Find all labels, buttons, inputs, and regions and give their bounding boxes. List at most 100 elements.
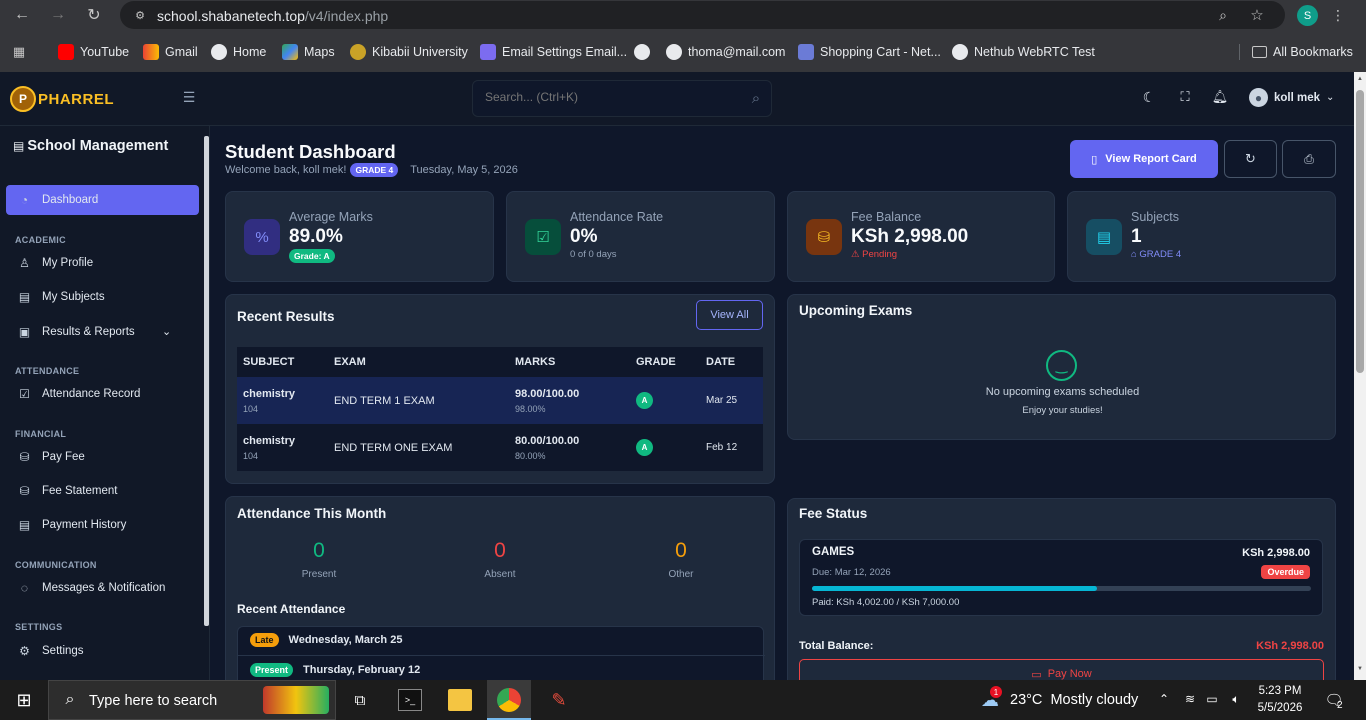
sidebar-item-label: Attendance Record [42,387,141,400]
list-item[interactable]: Late Wednesday, March 25 [250,633,402,647]
clock[interactable]: 5:23 PM 5/5/2026 [1254,683,1306,717]
column-header: SUBJECT [237,347,328,377]
sidebar-item-subjects[interactable]: ▤ My Subjects [18,290,105,304]
url-text[interactable]: school.shabanetech.top/v4/index.php [157,8,388,24]
sidebar-item-dashboard-content[interactable]: ◔ Dashboard [18,193,98,207]
book-icon: ▤ [1086,219,1122,255]
sidebar-item-attendance-record[interactable]: ☑ Attendance Record [18,387,141,401]
wifi-icon[interactable]: ≋ [1182,691,1198,707]
address-bar[interactable]: ⚙ school.shabanetech.top/v4/index.php ⌕ … [120,1,1285,29]
sidebar-item-settings[interactable]: ⚙ Settings [18,644,84,658]
scroll-down-icon[interactable]: ▼ [1357,666,1363,672]
bookmark-globe[interactable] [634,44,650,60]
bookmark-gmail[interactable]: Gmail [143,44,198,60]
profile-avatar[interactable]: S [1297,5,1318,26]
bookmark-label: Home [233,45,267,59]
fee-item[interactable]: GAMES KSh 2,998.00 Due: Mar 12, 2026 Ove… [799,539,1323,616]
cash-coin-icon: ⛁ [19,449,30,464]
search-input[interactable] [485,90,735,104]
back-icon[interactable]: ← [12,5,32,25]
bookmark-star-icon[interactable]: ☆ [1248,6,1266,24]
browser-chrome: ← → ↻ ⚙ school.shabanetech.top/v4/index.… [0,0,1366,72]
scrollbar-thumb[interactable] [1356,90,1364,373]
bookmark-youtube[interactable]: YouTube [58,44,129,60]
file-explorer-icon[interactable] [448,689,472,711]
dark-mode-moon-icon[interactable]: ☾ [1140,88,1158,106]
bookmark-label: Kibabii University [372,45,468,59]
print-button[interactable]: ⎙ [1282,140,1336,178]
sidebar-item-profile[interactable]: ♙ My Profile [18,256,94,270]
windows-start-icon[interactable]: ⊞ [14,690,34,710]
bookmark-kibabii[interactable]: Kibabii University [350,44,468,60]
absent-stat: 0 Absent [450,539,550,580]
grade-badge: Grade: A [289,249,335,263]
user-menu[interactable]: ● koll mek ⌄ [1249,88,1334,107]
forward-icon[interactable]: → [48,5,68,25]
weather-text[interactable]: 23°C Mostly cloudy [1010,692,1138,708]
sidebar-item-label: My Profile [42,256,94,269]
column-header: DATE [700,347,763,377]
sidebar-item-label: Fee Statement [42,484,118,497]
file-icon: ▯ [1091,153,1098,166]
bookmark-thoma[interactable]: thoma@mail.com [666,44,785,60]
user-avatar-icon: ● [1249,88,1268,107]
notifications-bell-icon[interactable]: 🔔︎ [1211,88,1229,106]
logo[interactable]: P PHARREL [10,86,114,112]
sidebar-item-fee-statement[interactable]: ⛁ Fee Statement [18,484,118,498]
zoom-icon[interactable]: ⌕ [1214,6,1232,24]
sidebar-item-pay-fee[interactable]: ⛁ Pay Fee [18,449,84,464]
browser-menu-icon[interactable]: ⋮ [1331,5,1345,25]
printer-icon: ⎙ [1304,151,1314,166]
fullscreen-icon[interactable]: ⛶ [1176,88,1194,106]
sidebar-item-label: Settings [42,644,84,657]
taskbar-search[interactable]: ⌕ Type here to search [48,680,336,720]
pay-now-button[interactable]: ▭ Pay Now [799,659,1324,680]
globe-icon [952,44,968,60]
volume-icon[interactable]: 🔈︎ [1228,691,1244,707]
page-scrollbar[interactable]: ▲ ▼ [1354,72,1366,680]
stat-label: Average Marks [289,210,373,224]
table-row[interactable]: chemistry 104 END TERM ONE EXAM 80.00/100… [237,424,763,471]
top-navbar: P PHARREL ☰ ⌕ ☾ ⛶ 🔔︎ ● koll mek ⌄ [0,72,1354,126]
all-bookmarks[interactable]: All Bookmarks [1252,45,1353,59]
column-header: MARKS [509,347,630,377]
app-icon[interactable]: ✎ [547,688,571,712]
other-count: 0 [675,539,687,562]
task-view-icon[interactable]: ⧉ [350,690,370,710]
scroll-up-icon[interactable]: ▲ [1357,76,1363,82]
search-icon[interactable]: ⌕ [747,89,765,107]
sidebar-item-results[interactable]: ▣ Results & Reports ⌄ [18,325,178,339]
bookmark-maps[interactable]: Maps [282,44,335,60]
terminal-app-icon[interactable]: >_ [398,689,422,711]
refresh-button[interactable]: ↻ [1224,140,1277,178]
reload-icon[interactable]: ↻ [84,5,104,25]
bookmark-label: Shopping Cart - Net... [820,45,941,59]
sidebar-item-messages[interactable]: ◌ Messages & Notification [18,581,165,595]
apps-grid-icon[interactable]: ▦ [11,44,27,60]
battery-icon[interactable]: ▭ [1204,691,1220,707]
percent-icon: % [244,219,280,255]
bookmark-nethub[interactable]: Nethub WebRTC Test [952,44,1095,60]
bookmark-home[interactable]: Home [211,44,266,60]
sidebar-toggle-icon[interactable]: ☰ [181,89,197,105]
divider [238,655,765,656]
list-item[interactable]: Present Thursday, February 12 [250,663,420,677]
chrome-taskbar-button[interactable] [487,680,531,720]
chevron-up-icon[interactable]: ⌃ [1156,691,1172,707]
table-header-row: SUBJECT EXAM MARKS GRADE DATE [237,347,763,377]
view-report-card-button[interactable]: ▯ View Report Card [1070,140,1218,178]
stat-sub-text: GRADE 4 [1139,249,1182,260]
site-settings-icon[interactable]: ⚙ [132,7,148,23]
table-row[interactable]: chemistry 104 END TERM 1 EXAM 98.00/100.0… [237,377,763,424]
sidebar-item-payment-history[interactable]: ▤ Payment History [18,518,127,532]
clock-time: 5:23 PM [1258,685,1302,697]
bookmark-shopping-cart[interactable]: Shopping Cart - Net... [798,44,941,60]
card-title: Fee Status [799,506,868,521]
bookmark-email-settings[interactable]: Email Settings Email... [480,44,627,60]
view-all-button[interactable]: View All [696,300,763,330]
user-name: koll mek [1274,91,1321,104]
bookmark-label: thoma@mail.com [688,45,786,59]
overdue-badge: Overdue [1261,565,1310,579]
grade-badge: GRADE 4 [350,163,399,177]
sidebar-scrollbar[interactable] [204,136,209,626]
